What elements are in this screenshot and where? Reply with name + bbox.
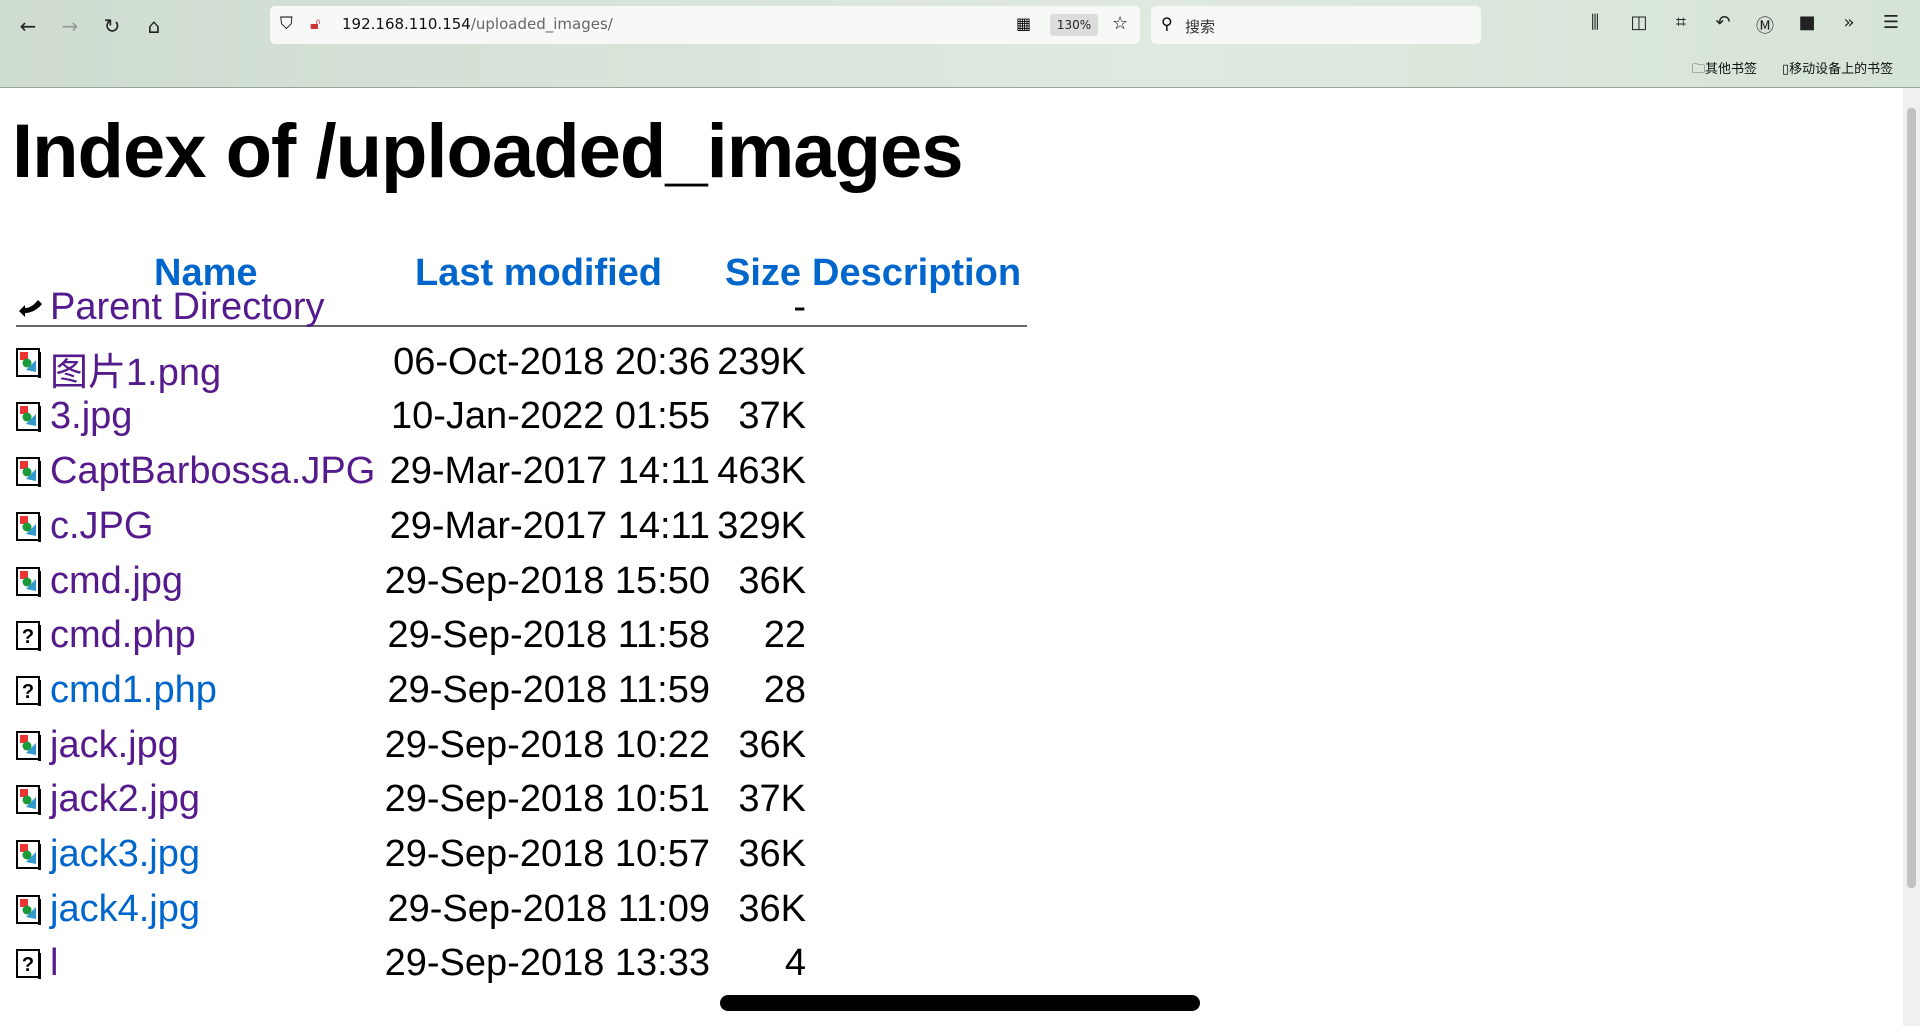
modified-date: 29-Sep-2018 10:51	[384, 778, 710, 821]
redaction-mark	[720, 995, 1200, 1011]
modified-date: 29-Sep-2018 10:57	[384, 833, 710, 875]
modified-date: 29-Mar-2017 14:11	[389, 450, 710, 493]
search-box[interactable]: ⚲ 搜索	[1151, 6, 1481, 44]
modified-date: 06-Oct-2018 20:36	[393, 340, 710, 383]
scrollbar[interactable]	[1903, 88, 1920, 1026]
file-size: 463K	[717, 450, 806, 493]
table-row: jack.jpg 29-Sep-2018 10:22 36K	[0, 724, 1100, 778]
table-row: ? l 29-Sep-2018 13:33 4	[0, 942, 1100, 996]
star-icon[interactable]: ☆	[1112, 13, 1128, 34]
forward-icon[interactable]: →	[56, 12, 84, 40]
url-path: /uploaded_images/	[470, 15, 613, 33]
search-placeholder: 搜索	[1185, 18, 1216, 36]
file-link[interactable]: CaptBarbossa.JPG	[50, 450, 375, 493]
file-size: 239K	[717, 340, 806, 383]
modified-date: 29-Sep-2018 11:58	[387, 614, 710, 657]
library-icon[interactable]: ⫼	[1582, 12, 1608, 33]
unknown-file-icon: ?	[16, 673, 42, 706]
image-icon	[16, 782, 42, 816]
table-row: ? cmd1.php 29-Sep-2018 11:59 28	[0, 669, 1100, 723]
modified-date: 29-Mar-2017 14:11	[389, 504, 710, 547]
file-size: 4	[784, 942, 806, 985]
modified-date: 10-Jan-2022 01:55	[390, 395, 710, 438]
bookmark-mobile[interactable]: ▯移动设备上的书签	[1782, 58, 1893, 77]
home-icon[interactable]: ⌂	[140, 12, 168, 40]
file-link[interactable]: jack3.jpg	[50, 833, 200, 876]
image-icon	[16, 345, 42, 378]
image-icon	[16, 509, 42, 542]
back-icon	[16, 290, 42, 320]
insecure-lock-icon[interactable]: 🔓︎	[310, 14, 320, 34]
extension-m-icon[interactable]: Ⓜ	[1752, 12, 1778, 38]
file-link[interactable]: l	[50, 942, 58, 985]
file-size: 37K	[738, 778, 806, 821]
sidebar-icon[interactable]: ◫	[1626, 12, 1652, 33]
modified-date: 29-Sep-2018 11:09	[387, 887, 710, 930]
unknown-file-icon: ?	[16, 946, 42, 980]
image-icon	[16, 837, 42, 870]
file-size: 36K	[738, 887, 806, 930]
qr-code-icon[interactable]: ▦	[1016, 14, 1031, 33]
file-size: 329K	[717, 504, 806, 547]
image-icon	[16, 728, 42, 761]
file-link[interactable]: cmd1.php	[50, 669, 217, 712]
table-row: 3.jpg 10-Jan-2022 01:55 37K	[0, 395, 1100, 449]
shield-icon[interactable]: ⛉	[280, 14, 293, 34]
file-size: 28	[763, 668, 806, 711]
page-title: Index of /uploaded_images	[12, 109, 964, 194]
svg-text:?: ?	[22, 681, 34, 703]
file-link[interactable]: c.JPG	[50, 505, 153, 548]
image-icon	[16, 399, 42, 433]
image-icon	[16, 564, 42, 597]
file-link[interactable]: jack.jpg	[50, 724, 179, 767]
file-size: 22	[763, 614, 806, 657]
back-icon[interactable]: ←	[14, 12, 42, 40]
image-icon	[16, 454, 42, 488]
table-row: jack2.jpg 29-Sep-2018 10:51 37K	[0, 778, 1100, 832]
table-row: ? cmd.php 29-Sep-2018 11:58 22	[0, 614, 1100, 668]
file-size: 36K	[738, 833, 806, 875]
file-link[interactable]: cmd.jpg	[50, 560, 183, 603]
extension-icon[interactable]: ■	[1794, 12, 1820, 33]
file-link[interactable]: 图片1.png	[50, 341, 221, 396]
scrollbar-thumb[interactable]	[1907, 108, 1916, 888]
file-link[interactable]: jack4.jpg	[50, 888, 200, 931]
file-link[interactable]: jack2.jpg	[50, 778, 200, 821]
file-link[interactable]: Parent Directory	[50, 286, 325, 329]
undo-icon[interactable]: ↶	[1710, 12, 1736, 33]
reload-icon[interactable]: ↻	[98, 12, 126, 40]
file-size: -	[793, 286, 806, 328]
image-icon	[16, 892, 42, 925]
file-size: 37K	[738, 395, 806, 438]
table-row: 图片1.png 06-Oct-2018 20:36 239K	[0, 341, 1100, 395]
modified-date: 29-Sep-2018 10:22	[384, 723, 710, 766]
file-size: 36K	[738, 559, 806, 602]
crop-icon[interactable]: ⌗	[1668, 12, 1694, 33]
search-icon: ⚲	[1161, 14, 1173, 33]
bookmark-other[interactable]: 🗀︎其他书签	[1692, 58, 1757, 82]
table-row: c.JPG 29-Mar-2017 14:11 329K	[0, 505, 1100, 559]
file-link[interactable]: 3.jpg	[50, 395, 132, 438]
table-row: jack3.jpg 29-Sep-2018 10:57 36K	[0, 833, 1100, 887]
table-row: CaptBarbossa.JPG 29-Mar-2017 14:11 463K	[0, 450, 1100, 504]
url-host: 192.168.110.154	[342, 15, 471, 33]
table-row: Parent Directory -	[0, 286, 1100, 340]
folder-icon: 🗀︎	[1692, 62, 1706, 77]
file-link[interactable]: cmd.php	[50, 614, 196, 657]
svg-text:?: ?	[22, 954, 34, 976]
modified-date: 29-Sep-2018 13:33	[384, 942, 710, 985]
browser-toolbar: ← → ↻ ⌂ ⛉ 🔓︎ 192.168.110.154/uploaded_im…	[0, 0, 1920, 88]
modified-date: 29-Sep-2018 15:50	[384, 559, 710, 602]
zoom-level[interactable]: 130%	[1050, 14, 1098, 36]
modified-date: 29-Sep-2018 11:59	[387, 668, 710, 711]
overflow-icon[interactable]: »	[1836, 12, 1862, 33]
table-row: jack4.jpg 29-Sep-2018 11:09 36K	[0, 888, 1100, 942]
address-bar[interactable]: ⛉ 🔓︎ 192.168.110.154/uploaded_images/ ▦ …	[270, 6, 1140, 44]
unknown-file-icon: ?	[16, 618, 42, 652]
menu-icon[interactable]: ☰	[1878, 12, 1904, 33]
file-size: 36K	[738, 723, 806, 766]
svg-text:?: ?	[22, 626, 34, 648]
table-row: cmd.jpg 29-Sep-2018 15:50 36K	[0, 560, 1100, 614]
